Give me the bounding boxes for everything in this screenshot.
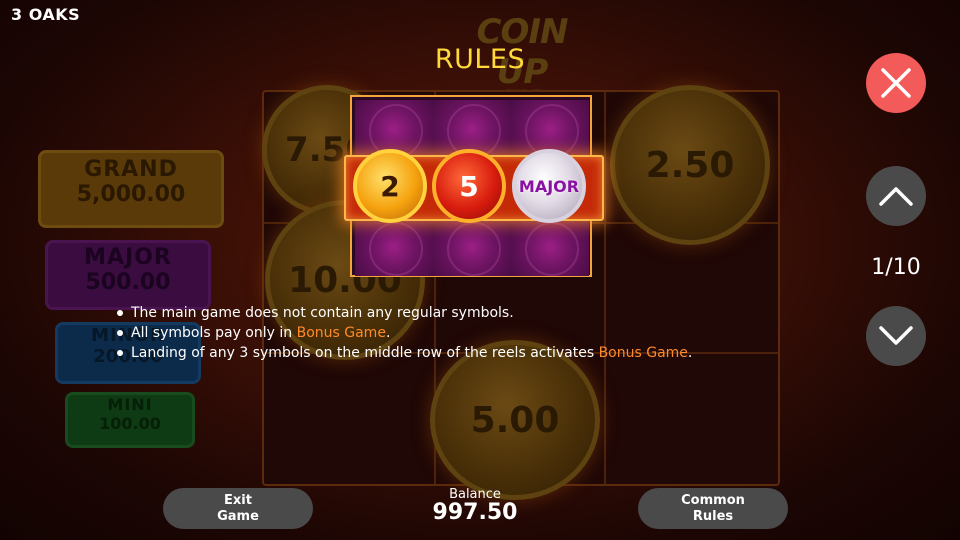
background-coin: 2.50 (610, 85, 770, 245)
next-page-button[interactable] (866, 306, 926, 366)
background-coin: 5.00 (430, 340, 600, 500)
coin-symbol-gold: 2 (353, 149, 427, 223)
balance-value: 997.50 (432, 500, 518, 525)
page-title: RULES (434, 44, 526, 75)
close-button[interactable] (866, 53, 926, 113)
page-indicator: 1/10 (871, 255, 921, 280)
chevron-up-icon (879, 187, 913, 206)
reel-cell (355, 218, 433, 276)
coin-symbol-major: MAJOR (512, 149, 586, 223)
previous-page-button[interactable] (866, 166, 926, 226)
rule-item: The main game does not contain any regul… (113, 303, 753, 323)
common-rules-button[interactable]: Common Rules (638, 488, 788, 529)
jackpot-major: MAJOR 500.00 (45, 240, 211, 310)
jackpot-mini: MINI 100.00 (65, 392, 195, 448)
exit-game-button[interactable]: Exit Game (163, 488, 313, 529)
reel-cell (433, 218, 511, 276)
coin-symbol-red: 5 (432, 149, 506, 223)
close-icon (881, 68, 911, 98)
reel-cell (511, 218, 589, 276)
bonus-game-highlight: Bonus Game (598, 345, 688, 361)
chevron-down-icon (879, 326, 913, 345)
bonus-game-highlight: Bonus Game (296, 325, 386, 341)
provider-logo: 3 OAKS (11, 5, 81, 24)
rule-item: All symbols pay only in Bonus Game. (113, 323, 753, 343)
jackpot-grand: GRAND 5,000.00 (38, 150, 224, 228)
rules-list: The main game does not contain any regul… (113, 303, 753, 363)
rule-item: Landing of any 3 symbols on the middle r… (113, 343, 753, 363)
